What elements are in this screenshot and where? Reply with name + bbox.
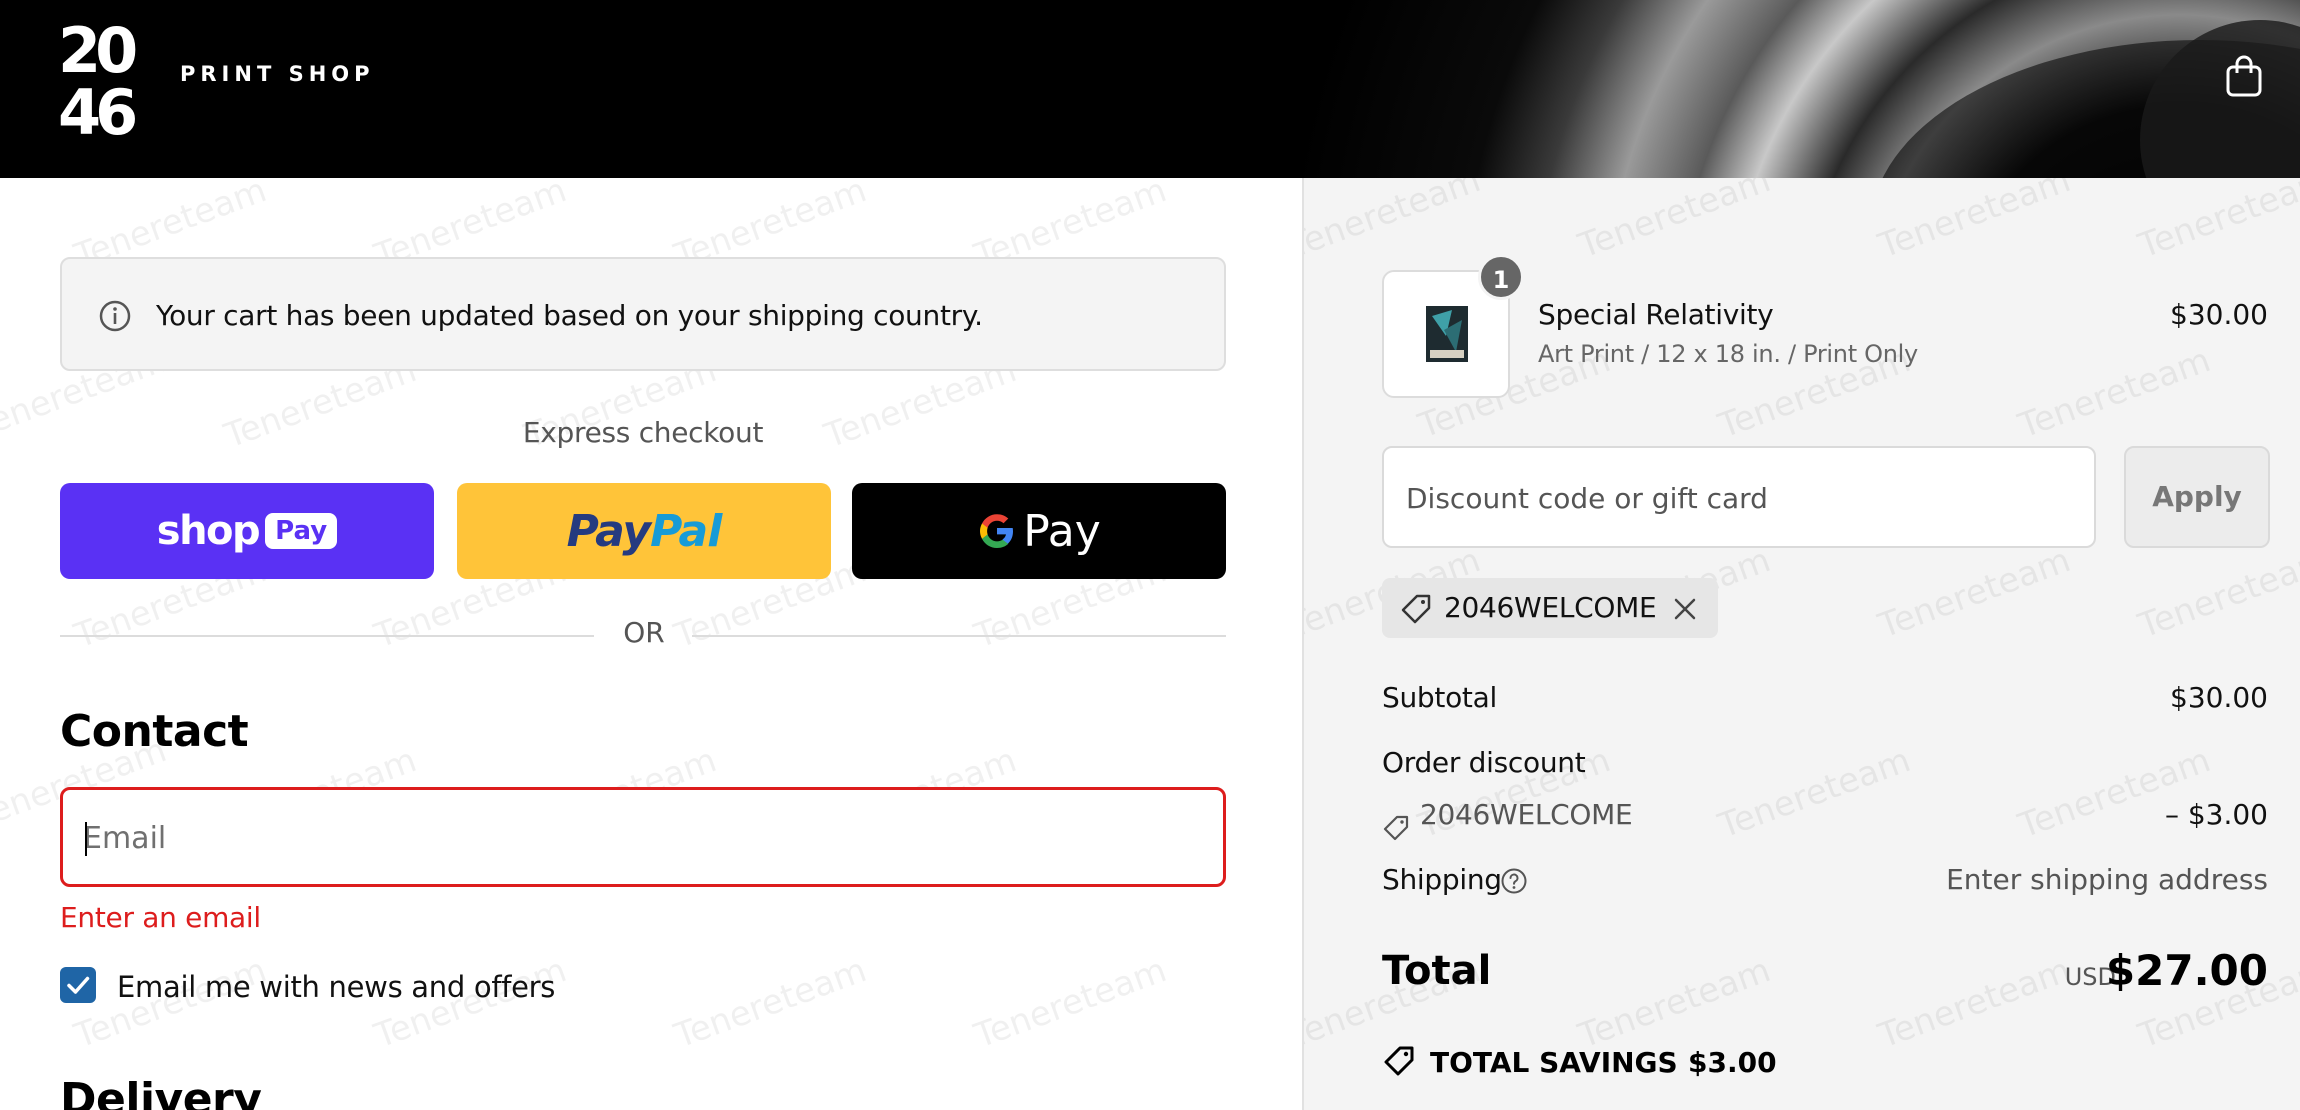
help-icon[interactable]: [1500, 867, 1528, 895]
paypal-wordmark-pal: Pal: [650, 505, 722, 557]
subtotal-value: $30.00: [2170, 681, 2268, 714]
svg-text:Tenereteam: Tenereteam: [1572, 950, 1775, 1057]
email-field[interactable]: [83, 818, 1183, 858]
checkout-form-column: Tenereteam Tenereteam Tenereteam Teneret…: [0, 178, 1302, 1110]
applied-discount-chip: 2046WELCOME: [1382, 578, 1718, 638]
svg-text:Tenereteam: Tenereteam: [1712, 740, 1915, 847]
total-savings-label: TOTAL SAVINGS: [1430, 1046, 1678, 1079]
discount-code-input[interactable]: [1406, 478, 2066, 518]
svg-text:46: 46: [58, 76, 135, 136]
or-divider-text: OR: [623, 616, 665, 649]
shop-pay-badge: Pay: [265, 513, 338, 549]
email-field-wrapper: [60, 787, 1226, 887]
paypal-button[interactable]: Pay Pal: [457, 483, 831, 579]
order-discount-value: – $3.00: [2164, 798, 2268, 831]
order-discount-code: 2046WELCOME: [1420, 798, 1633, 831]
svg-text:Tenereteam: Tenereteam: [668, 950, 871, 1057]
product-variant: Art Print / 12 x 18 in. / Print Only: [1538, 340, 1918, 368]
total-label: Total: [1382, 948, 1492, 994]
google-pay-wordmark: Pay: [1023, 505, 1101, 557]
google-g-icon: [980, 514, 1014, 548]
quantity-badge: 1: [1478, 254, 1524, 300]
svg-text:Tenereteam: Tenereteam: [2012, 340, 2215, 447]
or-divider-left: [60, 635, 594, 637]
subtotal-label: Subtotal: [1382, 681, 1497, 714]
discount-field-wrapper: [1382, 446, 2096, 548]
cart-updated-notice: Your cart has been updated based on your…: [60, 257, 1226, 371]
svg-text:Tenereteam: Tenereteam: [1304, 178, 1486, 267]
logo-2046[interactable]: 20 46: [58, 16, 162, 136]
order-summary-column: Tenereteam Tenereteam Tenereteam Teneret…: [1302, 178, 2300, 1110]
contact-heading: Contact: [60, 706, 249, 757]
tag-icon: [1401, 594, 1431, 624]
newsletter-checkbox[interactable]: [60, 967, 96, 1003]
paypal-wordmark-pay: Pay: [566, 505, 651, 557]
applied-discount-code: 2046WELCOME: [1444, 591, 1657, 624]
site-header: 20 46 PRINT SHOP: [0, 0, 2300, 178]
shop-pay-button[interactable]: shop Pay: [60, 483, 434, 579]
product-name: Special Relativity: [1538, 298, 1774, 331]
notice-text: Your cart has been updated based on your…: [156, 299, 983, 332]
remove-discount-close-icon[interactable]: [1672, 596, 1698, 622]
shop-pay-wordmark: shop: [156, 508, 261, 554]
google-pay-button[interactable]: Pay: [852, 483, 1226, 579]
total-value: $27.00: [2105, 946, 2268, 995]
text-caret: [85, 822, 87, 856]
express-checkout-label: Express checkout: [522, 416, 764, 449]
checkmark-icon: [67, 976, 90, 994]
shopping-bag-icon[interactable]: [2226, 55, 2262, 97]
order-discount-label: Order discount: [1382, 746, 1586, 779]
or-divider-right: [692, 635, 1226, 637]
svg-text:Tenereteam: Tenereteam: [1872, 540, 2075, 647]
discount-tag-icon: [1383, 815, 1409, 841]
shipping-label: Shipping: [1382, 863, 1502, 896]
email-error-message: Enter an email: [60, 901, 261, 934]
svg-text:Tenereteam: Tenereteam: [968, 950, 1171, 1057]
total-savings-value: $3.00: [1688, 1046, 1777, 1079]
svg-text:Tenereteam: Tenereteam: [1872, 950, 2075, 1057]
svg-text:Tenereteam: Tenereteam: [2132, 178, 2300, 267]
newsletter-label[interactable]: Email me with news and offers: [117, 970, 555, 1004]
saturn-rings-banner: [1300, 0, 2300, 178]
svg-text:Tenereteam: Tenereteam: [1572, 178, 1775, 267]
info-icon: [99, 300, 131, 332]
shipping-value: Enter shipping address: [1946, 863, 2268, 896]
shop-name: PRINT SHOP: [180, 62, 375, 86]
product-art-image: [1426, 306, 1468, 362]
delivery-heading: Delivery: [60, 1074, 262, 1110]
svg-text:Tenereteam: Tenereteam: [2132, 540, 2300, 647]
savings-tag-icon: [1384, 1046, 1414, 1076]
apply-discount-button[interactable]: Apply: [2124, 446, 2270, 548]
product-price: $30.00: [2170, 298, 2268, 331]
svg-text:Tenereteam: Tenereteam: [1872, 178, 2075, 267]
